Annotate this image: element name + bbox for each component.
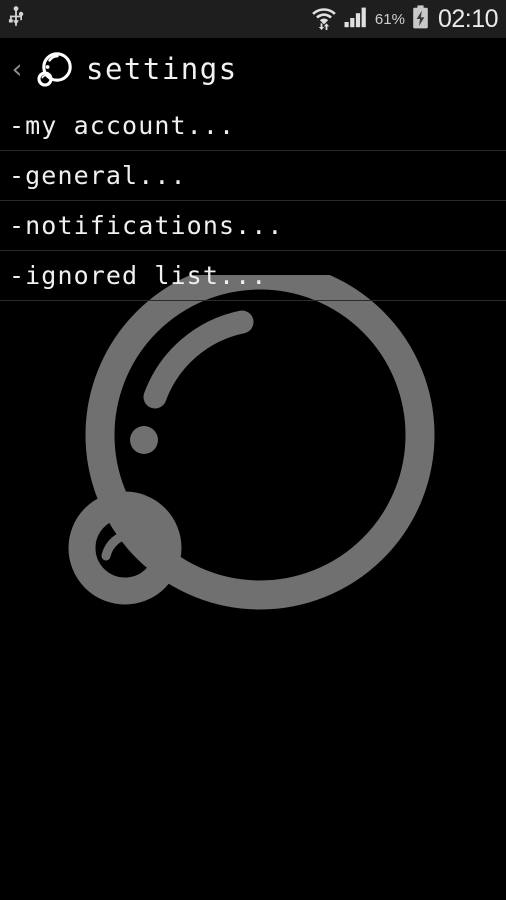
list-item-ignored-list[interactable]: -ignored list... <box>0 251 506 301</box>
status-bar-left <box>6 6 26 32</box>
battery-charging-icon <box>412 5 429 33</box>
status-bar-right: 61% 02:10 <box>311 4 499 34</box>
battery-percent-label: 61% <box>374 10 405 28</box>
title-bar: ‹ settings <box>0 38 506 101</box>
list-item-my-account[interactable]: -my account... <box>0 101 506 151</box>
status-bar-clock: 02:10 <box>437 4 499 33</box>
list-item-label: -general... <box>9 161 187 190</box>
list-item-label: -my account... <box>9 111 236 140</box>
list-item-general[interactable]: -general... <box>0 151 506 201</box>
list-item-notifications[interactable]: -notifications... <box>0 201 506 251</box>
app-logo-icon <box>32 48 76 92</box>
back-button[interactable]: ‹ <box>4 56 30 83</box>
wifi-transfer-icon <box>311 4 337 34</box>
list-item-label: -ignored list... <box>9 261 268 290</box>
status-bar: 61% 02:10 <box>0 0 506 38</box>
phone-screen: 61% 02:10 ‹ settings -my account... -gen… <box>0 0 506 900</box>
page-title: settings <box>86 52 238 86</box>
bubble-logo-watermark-icon <box>60 260 460 620</box>
usb-icon <box>6 6 26 32</box>
cellular-signal-icon <box>344 6 368 32</box>
list-item-label: -notifications... <box>9 211 284 240</box>
settings-list: -my account... -general... -notification… <box>0 101 506 301</box>
